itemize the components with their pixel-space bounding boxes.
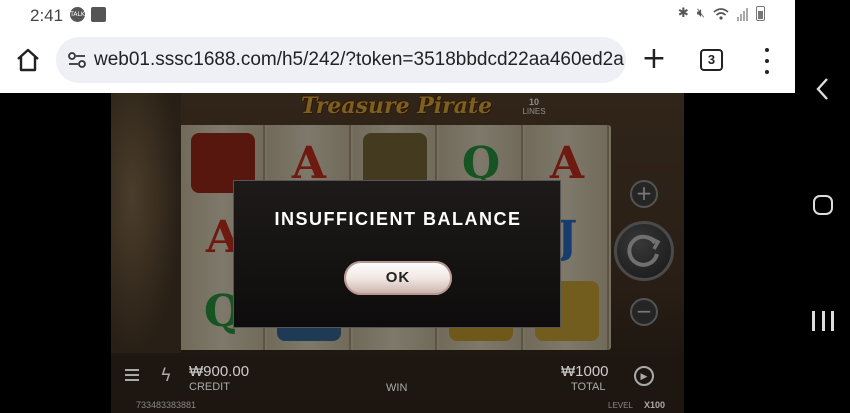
status-time: 2:41 — [30, 6, 64, 25]
wifi-icon — [713, 7, 729, 20]
mute-icon: 🔇︎ — [696, 6, 705, 21]
system-icons: ✱ 🔇︎ — [678, 6, 765, 21]
recent-apps-icon[interactable] — [812, 311, 834, 331]
browser-toolbar: web01.sssc1688.com/h5/242/?token=3518bbd… — [0, 30, 795, 93]
phone-screen: 2:41 TALK ✱ 🔇︎ web01.sssc1688.com/h5/242… — [0, 0, 850, 413]
new-tab-button[interactable]: + — [640, 44, 668, 74]
autoplay-icon[interactable]: ▶ — [634, 366, 654, 386]
credit-value: ₩900.00 — [189, 363, 250, 380]
win-label: WIN — [386, 382, 408, 394]
game-bottom-bar: ϟ ₩900.00 CREDIT WIN ₩1000 TOTAL ▶ 73348… — [111, 356, 684, 413]
url-text: web01.sssc1688.com/h5/242/?token=3518bbd… — [94, 49, 624, 70]
player-id: 733483383881 — [136, 400, 197, 410]
url-field[interactable]: web01.sssc1688.com/h5/242/?token=3518bbd… — [56, 37, 626, 83]
ok-button[interactable]: OK — [344, 261, 452, 295]
system-nav-bar — [795, 0, 850, 413]
talk-notification-icon: TALK — [70, 7, 85, 22]
battery-icon — [756, 6, 765, 21]
back-icon[interactable] — [812, 76, 834, 102]
tab-switcher-button[interactable]: 3 — [700, 49, 723, 71]
dialog-message: INSUFFICIENT BALANCE — [274, 209, 522, 229]
credit-label: CREDIT — [189, 381, 230, 393]
more-menu-icon[interactable] — [760, 48, 774, 74]
image-notification-icon — [91, 7, 106, 22]
bluetooth-icon: ✱ — [677, 6, 689, 21]
total-label: TOTAL — [571, 381, 606, 393]
level-value: X100 — [644, 400, 666, 410]
game-menu-icon[interactable] — [125, 369, 139, 381]
notification-icons: TALK — [70, 7, 106, 22]
status-bar: 2:41 TALK ✱ 🔇︎ — [0, 0, 795, 30]
total-bet-value: ₩1000 — [561, 363, 609, 380]
signal-icon — [737, 7, 748, 21]
insufficient-balance-dialog: INSUFFICIENT BALANCE OK — [233, 180, 561, 328]
nav-home-icon[interactable] — [813, 195, 833, 215]
home-icon[interactable] — [14, 46, 42, 74]
site-settings-icon[interactable] — [66, 49, 88, 71]
level-label: LEVEL — [608, 401, 633, 410]
turbo-icon[interactable]: ϟ — [160, 365, 172, 386]
